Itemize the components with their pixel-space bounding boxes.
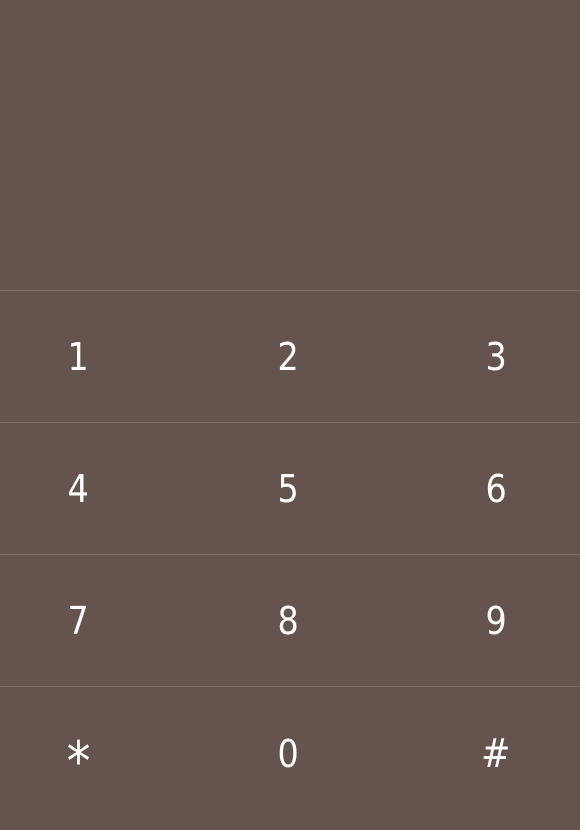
key-6[interactable]: 6 — [418, 423, 574, 554]
key-label: 5 — [277, 466, 299, 511]
key-label: 3 — [485, 334, 507, 379]
keypad-row-3: 7 8 9 — [0, 554, 580, 686]
key-star[interactable]: * — [0, 687, 156, 830]
key-2[interactable]: 2 — [210, 291, 366, 422]
key-4[interactable]: 4 — [0, 423, 156, 554]
dialer-screen: 1 2 3 4 5 6 7 8 9 * 0 # — [0, 0, 580, 830]
key-label: 4 — [67, 466, 89, 511]
key-label: 1 — [67, 334, 89, 379]
key-label: 7 — [67, 598, 89, 643]
key-3[interactable]: 3 — [418, 291, 574, 422]
key-5[interactable]: 5 — [210, 423, 366, 554]
key-label: 0 — [277, 731, 299, 776]
keypad-row-2: 4 5 6 — [0, 422, 580, 554]
key-1[interactable]: 1 — [0, 291, 156, 422]
key-label: 8 — [277, 598, 299, 643]
key-label: * — [66, 729, 90, 793]
key-8[interactable]: 8 — [210, 555, 366, 686]
key-label: 6 — [485, 466, 507, 511]
key-hash[interactable]: # — [418, 687, 574, 830]
key-0[interactable]: 0 — [210, 687, 366, 830]
key-9[interactable]: 9 — [418, 555, 574, 686]
key-label: 2 — [277, 334, 299, 379]
dial-keypad: 1 2 3 4 5 6 7 8 9 * 0 # — [0, 290, 580, 830]
number-display — [0, 0, 580, 290]
key-label: # — [481, 730, 511, 777]
key-label: 9 — [485, 598, 507, 643]
key-7[interactable]: 7 — [0, 555, 156, 686]
keypad-row-4: * 0 # — [0, 686, 580, 830]
keypad-row-1: 1 2 3 — [0, 290, 580, 422]
